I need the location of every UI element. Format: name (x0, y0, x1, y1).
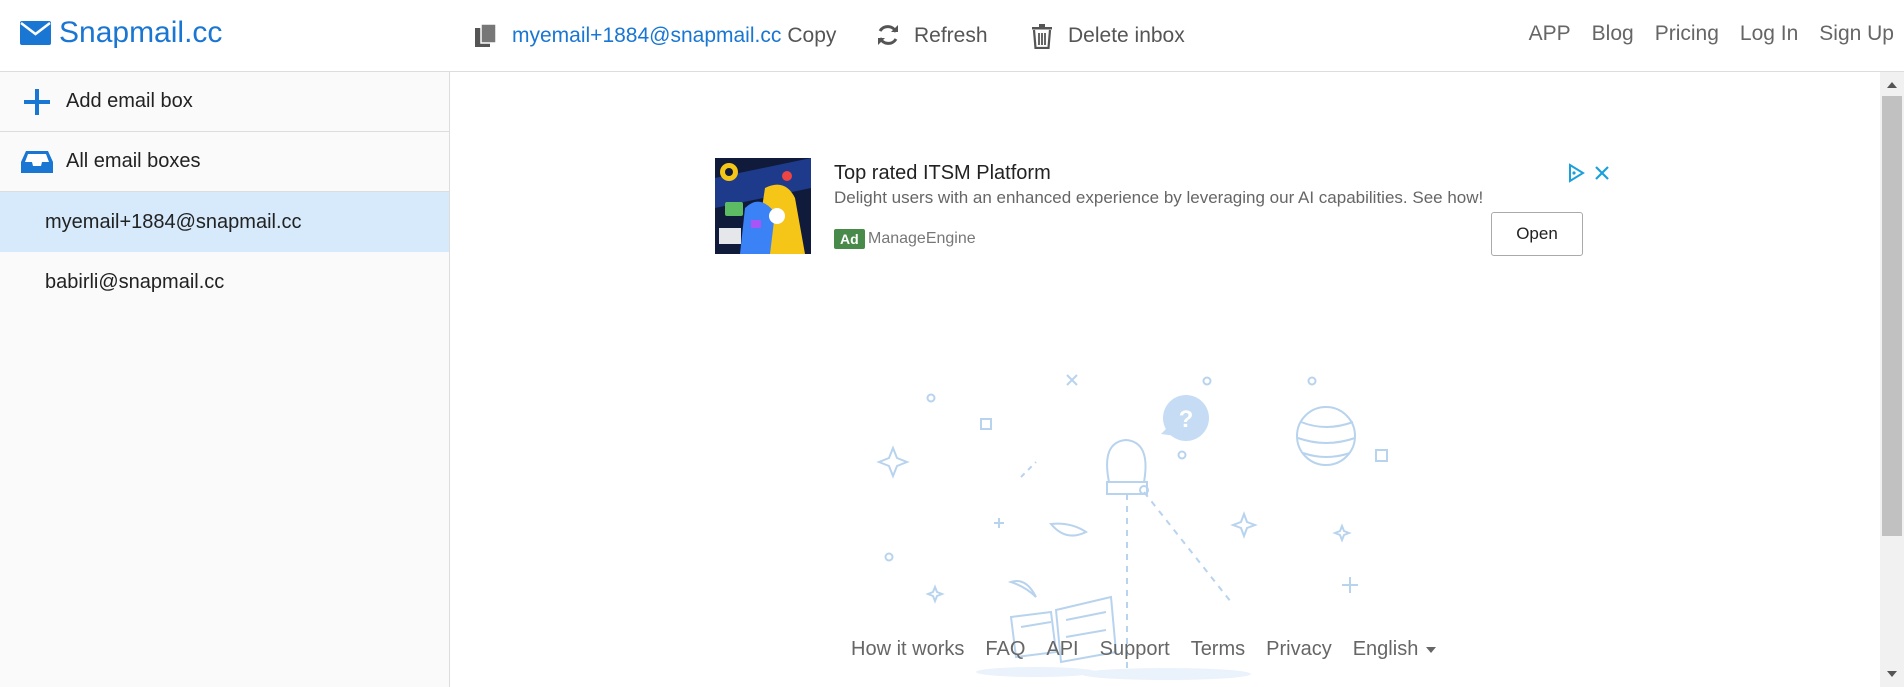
copy-icon (474, 23, 498, 49)
add-email-box-label: Add email box (66, 90, 193, 112)
add-email-box-button[interactable]: Add email box (0, 72, 449, 132)
nav-pricing-link[interactable]: Pricing (1655, 22, 1719, 46)
vertical-scrollbar[interactable] (1880, 72, 1904, 687)
top-header: Snapmail.cc myemail+1884@snapmail.cc Cop… (0, 0, 1904, 72)
footer-how-it-works-link[interactable]: How it works (851, 638, 964, 661)
empty-inbox-illustration: ? (861, 352, 1461, 687)
refresh-button[interactable]: Refresh (876, 22, 988, 50)
adchoices-icon[interactable] (1565, 162, 1587, 184)
top-nav: APP Blog Pricing Log In Sign Up (1508, 22, 1894, 46)
scroll-up-arrow-icon[interactable] (1887, 82, 1897, 88)
inbox-tray-icon (20, 147, 54, 177)
refresh-label: Refresh (914, 24, 988, 47)
copy-button[interactable]: Copy (787, 24, 836, 48)
svg-text:?: ? (1179, 406, 1194, 433)
footer-links: How it works FAQ API Support Terms Priva… (851, 638, 1457, 661)
language-label: English (1352, 638, 1419, 660)
footer-api-link[interactable]: API (1046, 638, 1078, 661)
copy-email-control[interactable]: myemail+1884@snapmail.cc Copy (474, 22, 836, 50)
email-box-item[interactable]: babirli@snapmail.cc (0, 252, 449, 312)
brand-logo[interactable]: Snapmail.cc (20, 16, 222, 50)
email-box-item[interactable]: myemail+1884@snapmail.cc (0, 192, 449, 252)
footer-support-link[interactable]: Support (1100, 638, 1170, 661)
scrollbar-thumb[interactable] (1882, 96, 1902, 536)
plus-icon (20, 87, 54, 117)
nav-signup-link[interactable]: Sign Up (1819, 22, 1894, 46)
footer-terms-link[interactable]: Terms (1191, 638, 1245, 661)
advertisement[interactable]: Top rated ITSM Platform Delight users wi… (715, 158, 1618, 258)
caret-down-icon (1426, 646, 1437, 653)
main-content: Top rated ITSM Platform Delight users wi… (451, 72, 1880, 687)
brand-name: Snapmail.cc (59, 16, 223, 49)
nav-login-link[interactable]: Log In (1740, 22, 1798, 46)
ad-advertiser[interactable]: ManageEngine (868, 230, 976, 248)
ad-description[interactable]: Delight users with an enhanced experienc… (834, 188, 1483, 208)
trash-icon (1030, 23, 1054, 49)
language-selector[interactable]: English (1353, 638, 1437, 661)
footer-faq-link[interactable]: FAQ (985, 638, 1025, 661)
delete-inbox-button[interactable]: Delete inbox (1030, 22, 1185, 50)
ad-thumbnail-image[interactable] (715, 158, 811, 254)
all-email-boxes-label: All email boxes (66, 150, 201, 172)
nav-blog-link[interactable]: Blog (1592, 22, 1634, 46)
ad-badge: Ad (834, 229, 865, 249)
footer-privacy-link[interactable]: Privacy (1266, 638, 1332, 661)
delete-inbox-label: Delete inbox (1068, 24, 1185, 47)
ad-title[interactable]: Top rated ITSM Platform (834, 162, 1051, 185)
sidebar: Add email box All email boxes myemail+18… (0, 72, 450, 687)
refresh-icon (876, 23, 900, 49)
scroll-down-arrow-icon[interactable] (1887, 671, 1897, 677)
all-email-boxes-item[interactable]: All email boxes (0, 132, 449, 192)
envelope-icon (20, 21, 51, 45)
current-email-address[interactable]: myemail+1884@snapmail.cc (512, 24, 781, 48)
ad-open-button[interactable]: Open (1491, 212, 1583, 256)
ad-close-icon[interactable] (1591, 162, 1613, 184)
nav-app-link[interactable]: APP (1529, 22, 1571, 46)
